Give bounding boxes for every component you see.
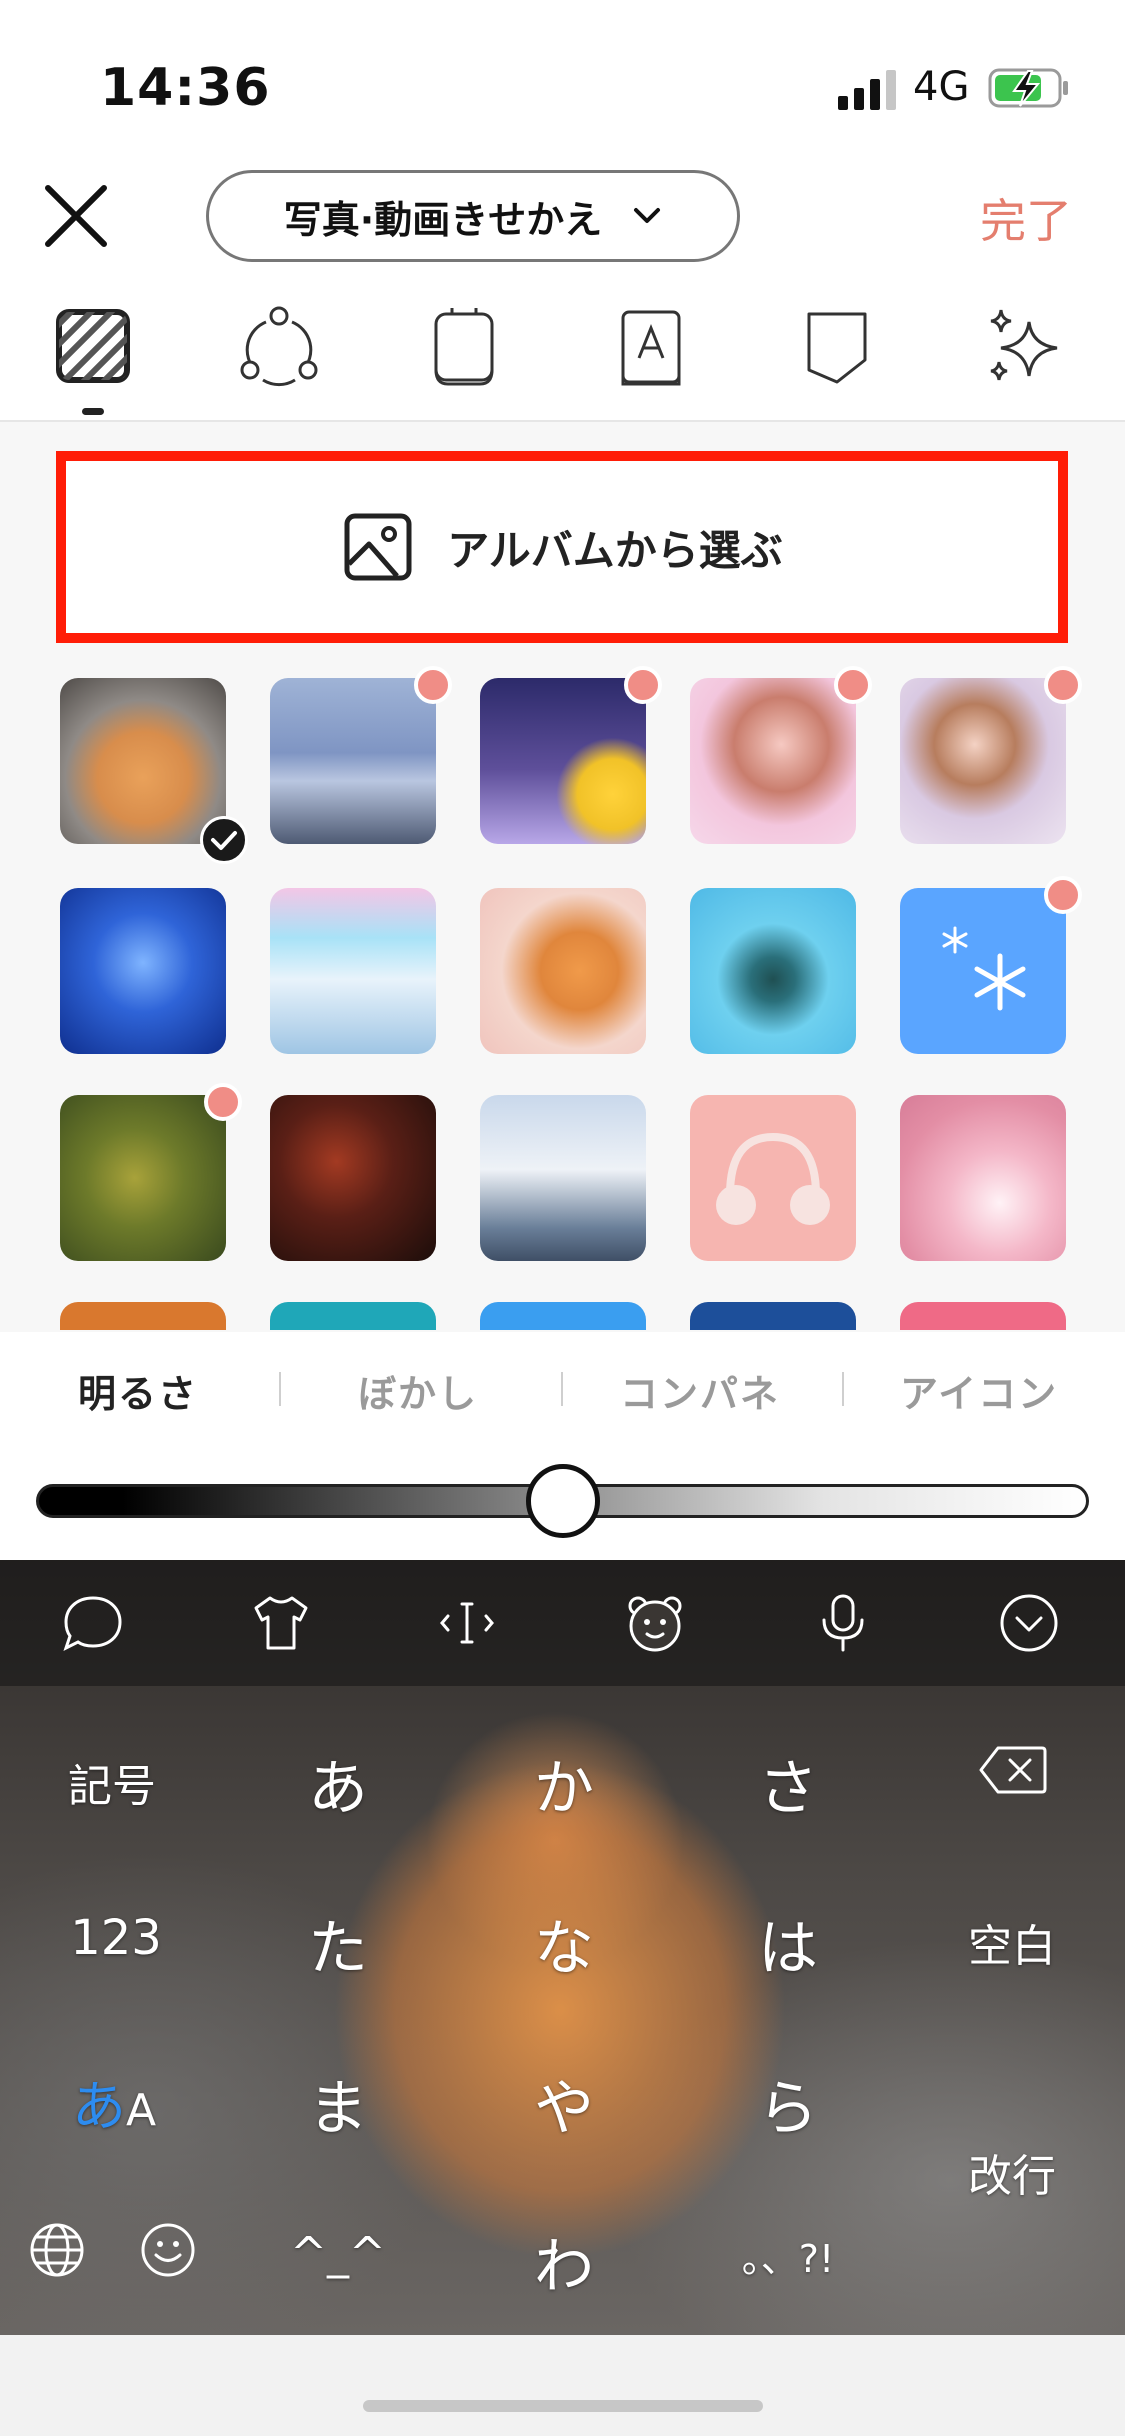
key-ya[interactable]: や [504, 2060, 624, 2147]
backspace-icon[interactable] [978, 1744, 1048, 1796]
wallpaper-pink-bokeh[interactable] [900, 1095, 1066, 1261]
chevron-down-icon [634, 208, 661, 223]
adjust-tab-blur[interactable]: ぼかし [358, 1363, 478, 1418]
signal-icon [838, 70, 896, 110]
key-punctuation[interactable]: 。、?! [728, 2228, 848, 2283]
input-mode-primary: あ [71, 2075, 126, 2138]
premium-badge-icon [414, 666, 452, 704]
wallpaper-lights[interactable] [270, 1095, 436, 1261]
tab-key-border[interactable] [791, 300, 883, 392]
done-button[interactable]: 完了 [980, 185, 1072, 251]
globe-icon[interactable] [27, 2220, 87, 2280]
premium-badge-icon [1044, 666, 1082, 704]
chat-bubble-icon[interactable] [60, 1590, 126, 1656]
key-input-mode[interactable]: あA [34, 2062, 194, 2141]
divider [561, 1372, 563, 1406]
keyboard-preview: 記号 123 あA あ か さ た な は ま や ら ^_^ わ 。、?! 空… [0, 1560, 1125, 2335]
tab-effects[interactable] [977, 300, 1069, 392]
emoji-icon[interactable] [138, 2220, 198, 2280]
status-time: 14:36 [100, 58, 271, 118]
key-na[interactable]: な [504, 1900, 624, 1987]
key-ha[interactable]: は [728, 1900, 848, 1987]
status-bar: 14:36 4G [0, 0, 1125, 150]
adjust-tab-control-panel[interactable]: コンパネ [620, 1363, 780, 1418]
check-icon [200, 816, 248, 864]
home-indicator[interactable] [363, 2400, 763, 2412]
wallpaper-cat-reiwa[interactable] [480, 888, 646, 1054]
wallpaper-boy-illustration[interactable] [900, 678, 1066, 844]
premium-badge-icon [624, 666, 662, 704]
premium-badge-icon [204, 1083, 242, 1121]
wallpaper-partial[interactable] [690, 1302, 856, 1330]
close-button[interactable] [40, 180, 112, 252]
wallpaper-whale-ocean[interactable] [60, 888, 226, 1054]
wallpaper-cat-paw[interactable] [60, 678, 226, 844]
key-space[interactable]: 空白 [932, 1910, 1092, 1974]
wallpaper-partial[interactable] [270, 1302, 436, 1330]
battery-charging-icon [988, 68, 1068, 108]
key-wa[interactable]: わ [504, 2218, 624, 2305]
tab-active-indicator [82, 408, 104, 415]
tab-font[interactable] [605, 300, 697, 392]
wallpaper-girl-illustration[interactable] [690, 678, 856, 844]
cursor-move-icon[interactable] [434, 1590, 500, 1656]
key-ka[interactable]: か [504, 1740, 624, 1827]
wallpaper-snowman[interactable] [480, 1095, 646, 1261]
photo-icon [344, 513, 412, 581]
wallpaper-snowflakes[interactable] [900, 888, 1066, 1054]
key-numbers[interactable]: 123 [36, 1910, 196, 1966]
key-emoticon[interactable]: ^_^ [278, 2228, 398, 2279]
key-ta[interactable]: た [278, 1900, 398, 1987]
bottom-bar [0, 2335, 1125, 2436]
wallpaper-partial[interactable] [900, 1302, 1066, 1330]
tab-background[interactable] [47, 300, 139, 392]
key-return[interactable]: 改行 [932, 2140, 1092, 2204]
album-select-label: アルバムから選ぶ [447, 525, 783, 575]
key-sa[interactable]: さ [728, 1740, 848, 1827]
keyboard-toolbar [0, 1560, 1125, 1686]
collapse-keyboard-icon[interactable] [996, 1590, 1062, 1656]
premium-badge-icon [834, 666, 872, 704]
input-mode-secondary: A [125, 2085, 157, 2136]
tshirt-icon[interactable] [248, 1590, 314, 1656]
divider [279, 1372, 281, 1406]
wallpaper-partial[interactable] [480, 1302, 646, 1330]
wallpaper-headphones[interactable] [690, 1095, 856, 1261]
wallpaper-christmas-tree[interactable] [60, 1095, 226, 1261]
key-ma[interactable]: ま [278, 2060, 398, 2147]
wallpaper-snow-landscape[interactable] [270, 678, 436, 844]
network-type: 4G [913, 64, 970, 110]
adjust-tab-brightness[interactable]: 明るさ [78, 1363, 198, 1418]
divider [842, 1372, 844, 1406]
premium-badge-icon [1044, 876, 1082, 914]
key-symbols[interactable]: 記号 [32, 1750, 192, 1814]
tab-key-shape[interactable] [418, 300, 510, 392]
bear-face-icon[interactable] [622, 1590, 688, 1656]
brightness-slider-thumb[interactable] [525, 1464, 600, 1538]
key-ra[interactable]: ら [728, 2060, 848, 2147]
microphone-icon[interactable] [810, 1590, 876, 1656]
wallpaper-winter-tree[interactable] [690, 888, 856, 1054]
mode-dropdown-label: 写真·動画きせかえ [283, 197, 603, 242]
album-select-button[interactable]: アルバムから選ぶ [56, 451, 1068, 643]
wallpaper-rainbow-clouds[interactable] [270, 888, 436, 1054]
key-a[interactable]: あ [278, 1740, 398, 1827]
wallpaper-partial[interactable] [60, 1302, 226, 1330]
mode-dropdown[interactable]: 写真·動画きせかえ [206, 170, 740, 262]
tab-theme[interactable] [233, 300, 325, 392]
adjust-tab-icon[interactable]: アイコン [900, 1363, 1058, 1418]
wallpaper-moon-night[interactable] [480, 678, 646, 844]
